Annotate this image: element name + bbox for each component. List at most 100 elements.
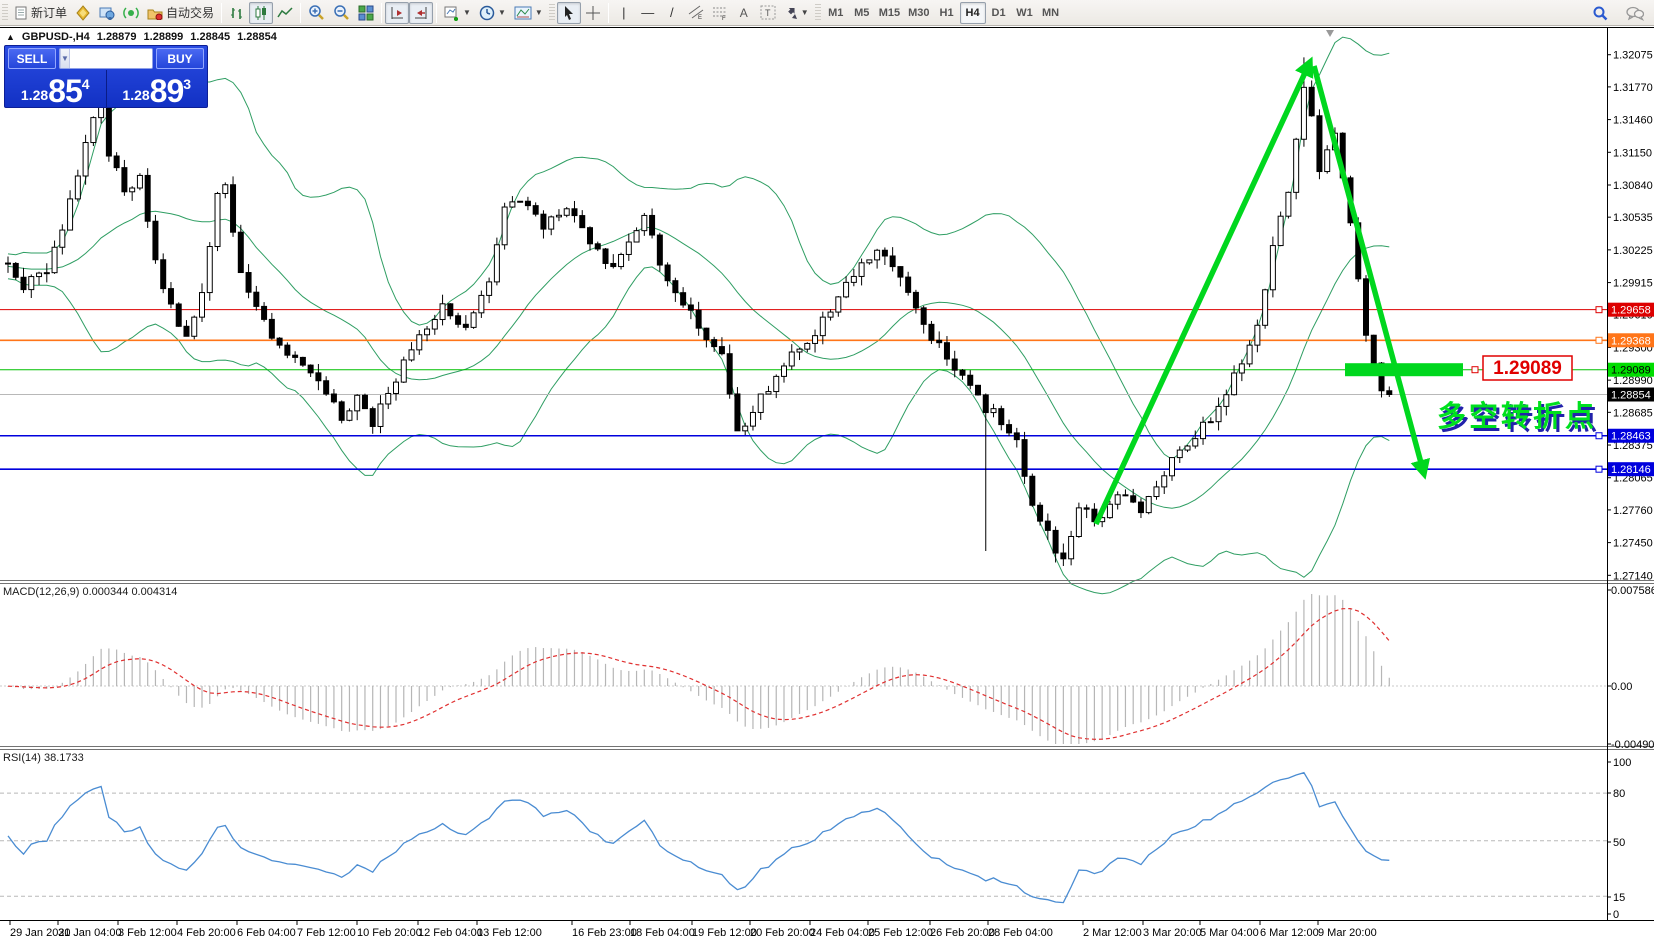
tab-timeframe-d1[interactable]: D1 [986, 2, 1012, 24]
volume-input[interactable] [70, 49, 153, 68]
svg-text:1.28990: 1.28990 [1613, 375, 1653, 387]
tile-windows-button[interactable] [354, 2, 378, 24]
price-axis: 1.320751.317701.314601.311501.308401.305… [1607, 50, 1654, 921]
tab-timeframe-w1[interactable]: W1 [1012, 2, 1038, 24]
crosshair-icon [585, 5, 601, 21]
tab-timeframe-m30[interactable]: M30 [904, 2, 933, 24]
tab-timeframe-h1[interactable]: H1 [934, 2, 960, 24]
toolbar: 新订单 自动交易 [0, 0, 1654, 26]
buy-price-button[interactable]: 1.28 89 3 [107, 70, 208, 108]
zoom-in-icon [308, 4, 325, 21]
svg-text:1.30225: 1.30225 [1613, 245, 1653, 257]
svg-text:28 Feb 04:00: 28 Feb 04:00 [988, 927, 1053, 939]
svg-text:1.28685: 1.28685 [1613, 407, 1653, 419]
channel-button[interactable]: E [684, 2, 708, 24]
sell-price-point: 4 [82, 77, 90, 91]
cursor-button[interactable] [557, 2, 581, 24]
buy-button[interactable]: BUY [156, 48, 204, 69]
svg-text:1.31460: 1.31460 [1613, 115, 1653, 127]
svg-text:9 Mar 20:00: 9 Mar 20:00 [1318, 927, 1377, 939]
new-order-button[interactable]: 新订单 [10, 2, 71, 24]
autotrade-label: 自动交易 [166, 4, 214, 21]
svg-text:1.31150: 1.31150 [1613, 147, 1652, 159]
chart-canvas[interactable]: 多空转折点多空转折点1.290891.320751.317701.314601.… [0, 0, 1654, 947]
shift-marker-icon[interactable] [1326, 30, 1334, 37]
tab-timeframe-m15[interactable]: M15 [875, 2, 904, 24]
arrow-down-icon: ▼ [61, 54, 69, 63]
signal-icon [123, 5, 139, 21]
tab-timeframe-h4[interactable]: H4 [960, 2, 986, 24]
svg-text:1.27760: 1.27760 [1613, 505, 1653, 517]
svg-text:4 Feb 20:00: 4 Feb 20:00 [177, 927, 236, 939]
line-handle[interactable] [1596, 337, 1602, 343]
panel-borders [0, 27, 1654, 921]
sell-price-button[interactable]: 1.28 85 4 [5, 70, 107, 108]
svg-text:50: 50 [1613, 837, 1625, 849]
line-handle[interactable] [1596, 307, 1602, 313]
price-tag-text: 1.29089 [1493, 358, 1562, 379]
cursor-icon [562, 5, 576, 20]
svg-text:3 Mar 20:00: 3 Mar 20:00 [1143, 927, 1202, 939]
new-chart-icon [444, 5, 460, 21]
periods-button[interactable]: ▼ [475, 2, 510, 24]
svg-text:1.27450: 1.27450 [1613, 538, 1653, 550]
sell-price-base: 1.28 [21, 88, 48, 102]
fibonacci-button[interactable]: F [708, 2, 732, 24]
sell-button[interactable]: SELL [8, 48, 56, 69]
template-icon [514, 6, 532, 20]
chart-candles-button[interactable] [249, 2, 273, 24]
text-button[interactable]: A [732, 2, 756, 24]
zoom-out-button[interactable] [329, 2, 354, 24]
volume-decrease-button[interactable]: ▼ [60, 49, 70, 68]
chevron-down-icon: ▼ [801, 8, 809, 17]
tab-timeframe-m5[interactable]: M5 [849, 2, 875, 24]
new-order-icon [14, 6, 28, 20]
svg-text:6 Mar 12:00: 6 Mar 12:00 [1260, 927, 1319, 939]
svg-text:19 Feb 12:00: 19 Feb 12:00 [692, 927, 757, 939]
svg-text:1.30840: 1.30840 [1613, 180, 1653, 192]
macd-label: MACD(12,26,9) 0.000344 0.004314 [3, 586, 177, 598]
channel-icon: E [688, 5, 704, 20]
trendline-button[interactable]: / [660, 2, 684, 24]
macd-value-main: 0.000344 [82, 586, 128, 598]
seal-button[interactable] [71, 2, 95, 24]
buy-price-pips: 89 [150, 78, 184, 105]
arrows-button[interactable]: ▼ [780, 2, 813, 24]
macd-indicator [0, 594, 1607, 744]
toolbar-grip [2, 4, 8, 22]
chart-shift-button[interactable] [385, 2, 409, 24]
vertical-line-button[interactable]: | [612, 2, 636, 24]
autotrade-button[interactable]: 自动交易 [143, 2, 218, 24]
horizontal-line-button[interactable]: — [636, 2, 660, 24]
auto-scroll-icon [413, 5, 429, 21]
quote-open: 1.28879 [97, 31, 137, 43]
tab-timeframe-m1[interactable]: M1 [823, 2, 849, 24]
svg-text:1.29658: 1.29658 [1611, 305, 1651, 317]
zoom-out-icon [333, 4, 350, 21]
templates-button[interactable]: ▼ [510, 2, 547, 24]
chart-bars-button[interactable] [225, 2, 249, 24]
svg-text:1.27140: 1.27140 [1613, 570, 1653, 582]
tab-timeframe-mn[interactable]: MN [1038, 2, 1064, 24]
signal-button[interactable] [119, 2, 143, 24]
svg-text:3 Feb 12:00: 3 Feb 12:00 [118, 927, 177, 939]
svg-text:-0.004906: -0.004906 [1611, 739, 1654, 751]
chart-line-button[interactable] [273, 2, 297, 24]
svg-text:25 Feb 12:00: 25 Feb 12:00 [868, 927, 933, 939]
svg-text:2 Mar 12:00: 2 Mar 12:00 [1083, 927, 1142, 939]
zoom-in-button[interactable] [304, 2, 329, 24]
text-label-button[interactable]: T [756, 2, 780, 24]
collapse-trade-panel-icon[interactable]: ▲ [6, 32, 15, 42]
new-chart-button[interactable]: ▼ [440, 2, 475, 24]
rsi-value: 38.1733 [44, 752, 84, 764]
line-handle[interactable] [1596, 466, 1602, 472]
svg-text:6 Feb 04:00: 6 Feb 04:00 [237, 927, 296, 939]
chat-button[interactable] [1622, 2, 1648, 24]
svg-text:18 Feb 04:00: 18 Feb 04:00 [630, 927, 695, 939]
market-watch-button[interactable] [95, 2, 119, 24]
crosshair-button[interactable] [581, 2, 605, 24]
search-button[interactable] [1588, 2, 1612, 24]
trend-arrow-annotations[interactable]: 多空转折点多空转折点1.29089 [1096, 62, 1600, 524]
auto-scroll-button[interactable] [409, 2, 433, 24]
svg-text:1.28146: 1.28146 [1611, 464, 1651, 476]
